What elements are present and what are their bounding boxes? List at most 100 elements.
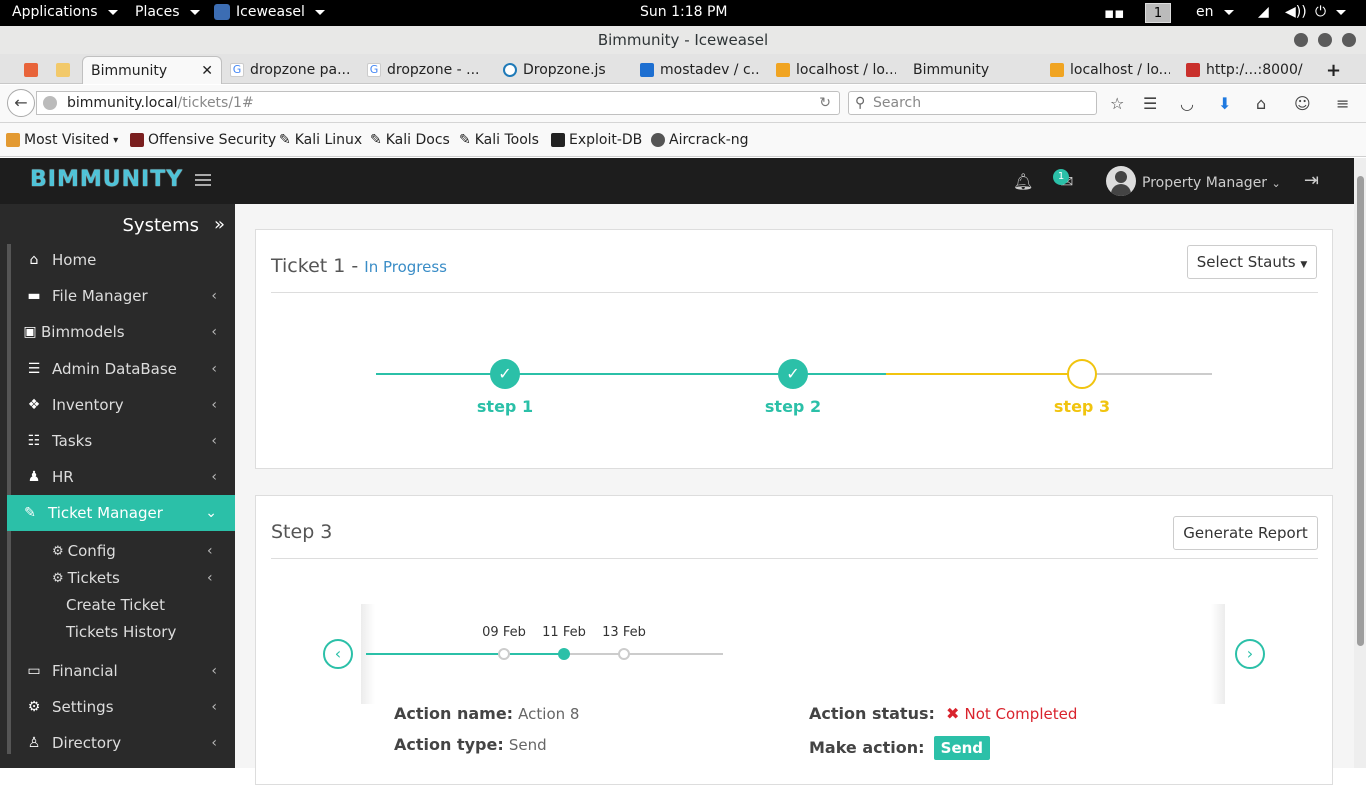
sidebar-item-ticket-manager[interactable]: ✎ Ticket Manager ⌄ xyxy=(7,495,235,531)
sidebar-title: Systems xyxy=(122,215,200,236)
page-scrollbar[interactable] xyxy=(1354,158,1366,768)
step-1-label: step 1 xyxy=(476,397,534,416)
timeline-dot[interactable] xyxy=(618,648,630,660)
bookmark-kali-docs[interactable]: ✎ Kali Docs xyxy=(370,132,450,148)
step-title: Step 3 xyxy=(271,521,333,543)
timeline-dot-selected[interactable] xyxy=(558,648,570,660)
user-name: Property Manager xyxy=(1142,175,1268,191)
tab-dropzone-js[interactable]: Dropzone.js xyxy=(503,56,623,84)
timeline-next-button[interactable]: › xyxy=(1235,639,1265,669)
sidebar-item-tasks[interactable]: ☷ Tasks ‹ xyxy=(11,423,235,459)
back-button[interactable]: ← xyxy=(7,89,35,117)
sidebar-item-bimmodels[interactable]: ▣ Bimmodels ‹ xyxy=(11,314,235,350)
reading-list-icon[interactable]: ☰ xyxy=(1143,94,1157,113)
tab-mostadev[interactable]: mostadev / c... xyxy=(640,56,760,84)
send-action-button[interactable]: Send xyxy=(933,736,991,760)
step-3-circle[interactable] xyxy=(1067,359,1097,389)
tab-bimmunity-active[interactable]: Bimmunity ✕ xyxy=(82,56,222,84)
chat-icon[interactable]: ☺ xyxy=(1294,94,1311,113)
volume-icon[interactable]: ◀)) xyxy=(1285,4,1307,20)
url-bar[interactable]: bimmunity.local/tickets/1# ↻ xyxy=(36,91,840,115)
sidebar-toggle-icon[interactable] xyxy=(195,174,211,189)
site-info-icon[interactable] xyxy=(43,96,57,110)
generate-report-button[interactable]: Generate Report xyxy=(1173,516,1318,550)
scrollbar-thumb[interactable] xyxy=(1357,176,1364,646)
tab-label: Bimmunity xyxy=(91,62,168,79)
pinned-tab-rss[interactable] xyxy=(24,56,46,84)
places-menu[interactable]: Places xyxy=(135,4,200,20)
minimize-icon[interactable] xyxy=(1294,33,1308,47)
new-tab-button[interactable]: + xyxy=(1326,56,1342,84)
ticket-title: Ticket 1 - In Progress xyxy=(271,255,447,277)
bookmark-label: Aircrack-ng xyxy=(669,132,749,148)
bookmark-most-visited[interactable]: Most Visited ▾ xyxy=(6,132,118,148)
users-icon: ♟ xyxy=(27,469,41,485)
camera-icon[interactable]: ▪▪ xyxy=(1104,4,1124,22)
tab-label: dropzone - ... xyxy=(387,62,480,78)
bookmark-star-icon[interactable]: ☆ xyxy=(1110,94,1124,113)
close-tab-icon[interactable]: ✕ xyxy=(201,63,213,79)
sidebar-subitem-tickets[interactable]: ⚙ Tickets ‹ xyxy=(52,569,213,587)
ticket-status[interactable]: In Progress xyxy=(364,258,447,276)
timeline-date: 11 Feb xyxy=(542,625,586,640)
user-menu[interactable]: Property Manager ⌄ xyxy=(1142,175,1281,191)
folder-icon: ▬ xyxy=(27,288,41,304)
home-icon[interactable]: ⌂ xyxy=(1256,94,1266,113)
timeline-prev-button[interactable]: ‹ xyxy=(323,639,353,669)
bookmark-aircrack[interactable]: Aircrack-ng xyxy=(651,132,749,148)
step-2-check-icon[interactable]: ✓ xyxy=(778,359,808,389)
avatar[interactable] xyxy=(1106,166,1136,196)
clock[interactable]: Sun 1:18 PM xyxy=(640,4,728,20)
step-1-check-icon[interactable]: ✓ xyxy=(490,359,520,389)
menu-icon[interactable]: ≡ xyxy=(1336,94,1349,113)
maximize-icon[interactable] xyxy=(1318,33,1332,47)
url-path: /tickets/1# xyxy=(177,95,254,111)
tab-localhost-1[interactable]: localhost / lo... xyxy=(776,56,896,84)
sidebar-item-label: Settings xyxy=(52,698,114,716)
gears-icon: ⚙ xyxy=(52,543,64,559)
tab-http[interactable]: http:/...:8000/ xyxy=(1186,56,1311,84)
tab-localhost-2[interactable]: localhost / lo... xyxy=(1050,56,1170,84)
double-chevron-icon[interactable]: » xyxy=(214,214,225,235)
bookmark-exploit-db[interactable]: Exploit-DB xyxy=(551,132,642,148)
workspace-indicator[interactable]: 1 xyxy=(1145,3,1171,23)
timeline-date: 09 Feb xyxy=(482,625,526,640)
language-menu[interactable]: en xyxy=(1196,4,1234,20)
browser-menu[interactable]: Iceweasel xyxy=(214,4,325,20)
bimmunity-logo[interactable]: BIMMUNITY xyxy=(30,167,183,192)
tab-dropzone-1[interactable]: Gdropzone pa... xyxy=(230,56,350,84)
sidebar-item-financial[interactable]: ▭ Financial ‹ xyxy=(11,653,235,689)
sidebar-item-admin-database[interactable]: ☰ Admin DataBase ‹ xyxy=(11,351,235,387)
bookmark-kali-tools[interactable]: ✎ Kali Tools xyxy=(459,132,539,148)
sidebar-item-home[interactable]: ⌂ Home xyxy=(11,242,235,278)
timeline-dot[interactable] xyxy=(498,648,510,660)
sidebar-subitem-config[interactable]: ⚙ Config ‹ xyxy=(52,542,213,560)
sidebar-item-directory[interactable]: ♙ Directory ‹ xyxy=(11,725,235,761)
tab-dropzone-2[interactable]: Gdropzone - ... xyxy=(367,56,487,84)
bookmark-kali-linux[interactable]: ✎ Kali Linux xyxy=(279,132,362,148)
power-icon[interactable]: ⏻ xyxy=(1315,4,1347,20)
bell-icon[interactable]: 🔔︎ xyxy=(1013,172,1033,191)
logout-icon[interactable]: ⇥ xyxy=(1304,170,1319,191)
sidebar-link-tickets-history[interactable]: Tickets History xyxy=(66,623,176,641)
sidebar-link-create-ticket[interactable]: Create Ticket xyxy=(66,596,165,614)
close-icon: ✖ xyxy=(945,704,960,723)
close-window-icon[interactable] xyxy=(1342,33,1356,47)
sidebar-item-hr[interactable]: ♟ HR ‹ xyxy=(11,459,235,495)
select-status-button[interactable]: Select Stauts ▼ xyxy=(1187,245,1317,279)
sidebar-item-file-manager[interactable]: ▬ File Manager ‹ xyxy=(11,278,235,314)
pinned-tab-check[interactable] xyxy=(56,56,78,84)
pocket-icon[interactable]: ◡ xyxy=(1180,94,1194,113)
search-input[interactable]: ⚲ Search xyxy=(848,91,1097,115)
download-icon[interactable]: ⬇ xyxy=(1218,94,1231,113)
sidebar-item-settings[interactable]: ⚙ Settings ‹ xyxy=(11,689,235,725)
sidebar-item-inventory[interactable]: ❖ Inventory ‹ xyxy=(11,387,235,423)
tab-bimmunity-2[interactable]: Bimmunity xyxy=(913,56,1033,84)
bookmark-offensive-security[interactable]: Offensive Security xyxy=(130,132,276,148)
applications-menu[interactable]: Applications xyxy=(12,4,118,20)
reload-icon[interactable]: ↻ xyxy=(819,92,831,114)
chevron-left-icon: ‹ xyxy=(211,324,217,340)
wifi-icon[interactable]: ◢ xyxy=(1258,4,1269,20)
tab-label: localhost / lo... xyxy=(1070,62,1170,78)
home-icon: ⌂ xyxy=(29,252,39,268)
